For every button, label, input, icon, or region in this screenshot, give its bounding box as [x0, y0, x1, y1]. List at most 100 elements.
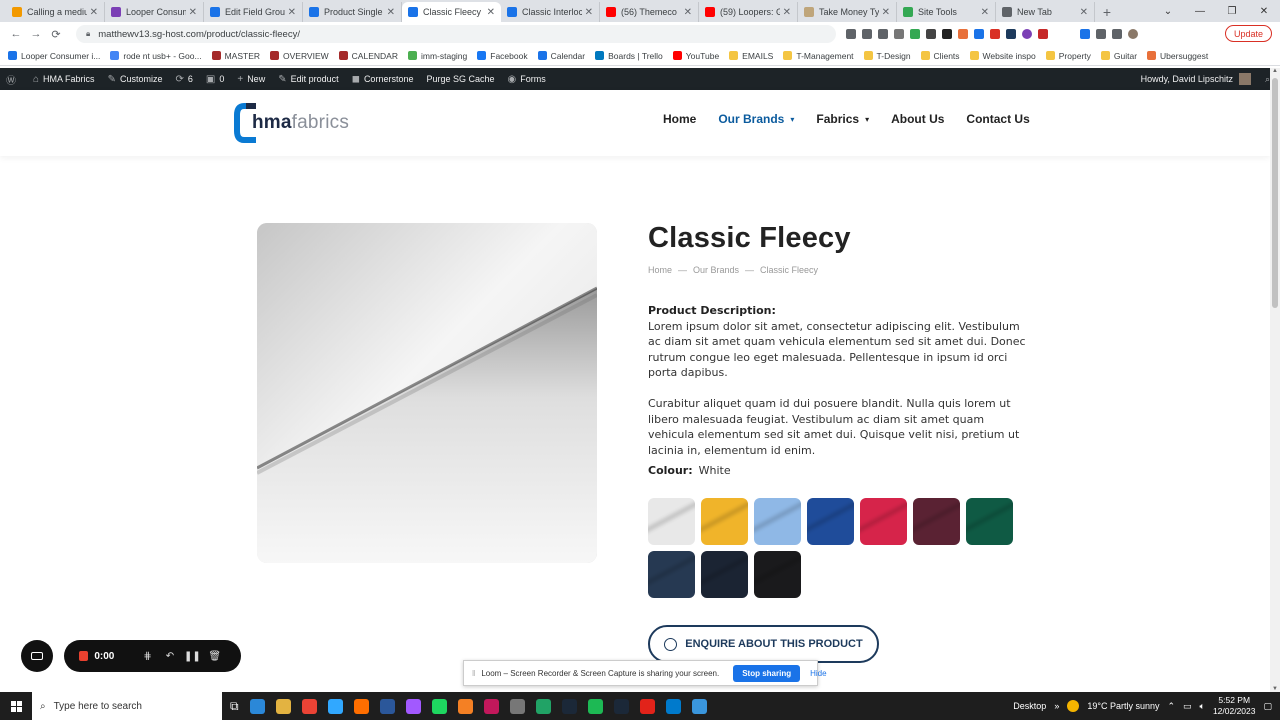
close-tab-icon[interactable]: ✕: [387, 7, 395, 18]
start-button[interactable]: [0, 692, 32, 720]
bookmark-item[interactable]: Calendar: [537, 51, 585, 61]
bookmark-item[interactable]: Guitar: [1100, 51, 1137, 61]
browser-tab[interactable]: Take Money Typ ✕: [798, 2, 897, 22]
colour-swatch[interactable]: [807, 498, 854, 545]
camera-icon[interactable]: [846, 29, 856, 39]
nav-item[interactable]: Our Brands ▾: [718, 112, 794, 126]
sidepanel-icon[interactable]: [1112, 29, 1122, 39]
reload-icon[interactable]: ⟳: [46, 28, 66, 41]
browser-tab[interactable]: (59) Loopers: G ✕: [699, 2, 798, 22]
extension-purple-icon[interactable]: [1022, 29, 1032, 39]
extension-red-icon[interactable]: [990, 29, 1000, 39]
close-tab-icon[interactable]: ✕: [189, 7, 197, 18]
close-tab-icon[interactable]: ✕: [1080, 7, 1088, 18]
wp-admin-item[interactable]: ◉ Forms: [508, 74, 546, 85]
extension-blue-icon[interactable]: [974, 29, 984, 39]
browser-tab[interactable]: Calling a mediu ✕: [6, 2, 105, 22]
taskbar-app-icon[interactable]: [327, 698, 343, 714]
back-icon[interactable]: ←: [6, 28, 26, 40]
update-button[interactable]: Update: [1224, 25, 1272, 42]
stop-recording-icon[interactable]: [79, 651, 89, 661]
browser-tab[interactable]: Site Tools ✕: [897, 2, 996, 22]
close-tab-icon[interactable]: ✕: [90, 7, 98, 18]
bookmark-item[interactable]: OVERVIEW: [270, 51, 329, 61]
share-icon[interactable]: [862, 29, 872, 39]
volume-icon[interactable]: 🔈︎: [1200, 701, 1205, 712]
stop-sharing-button[interactable]: Stop sharing: [733, 664, 801, 682]
taskbar-app-icon[interactable]: [535, 698, 551, 714]
extension-navy-icon[interactable]: [1006, 29, 1016, 39]
colour-swatch[interactable]: [754, 551, 801, 598]
delete-icon[interactable]: 🗑︎: [204, 651, 226, 662]
url-field[interactable]: 🔒︎ matthewv13.sg-host.com/product/classi…: [76, 25, 836, 43]
breadcrumb-our-brands[interactable]: Our Brands: [693, 265, 739, 275]
site-logo[interactable]: hmafabrics: [234, 103, 349, 143]
browser-tab[interactable]: Edit Field Group ✕: [204, 2, 303, 22]
colour-swatch[interactable]: [966, 498, 1013, 545]
browser-tab[interactable]: Classic Interlock ✕: [501, 2, 600, 22]
tray-chevron-up-icon[interactable]: ⌃: [1167, 701, 1175, 712]
browser-tab[interactable]: (56) Themeco ✕: [600, 2, 699, 22]
puzzle-icon[interactable]: [1096, 29, 1106, 39]
extension-lastpass-icon[interactable]: [1038, 29, 1048, 39]
drag-handle-icon[interactable]: ‖: [472, 669, 475, 678]
taskbar-app-icon[interactable]: [405, 698, 421, 714]
colour-swatch[interactable]: [860, 498, 907, 545]
desktop-label[interactable]: Desktop: [1013, 701, 1046, 711]
enquire-button[interactable]: ENQUIRE ABOUT THIS PRODUCT: [648, 625, 879, 663]
restore-button[interactable]: ❐: [1216, 0, 1248, 22]
wp-admin-item[interactable]: Purge SG Cache: [426, 74, 494, 84]
screenshot-icon[interactable]: [894, 29, 904, 39]
wp-admin-item[interactable]: ⌂ HMA Fabrics: [33, 74, 95, 85]
colour-swatch[interactable]: [648, 498, 695, 545]
extension-pen-icon[interactable]: [926, 29, 936, 39]
close-window-button[interactable]: ✕: [1248, 0, 1280, 22]
close-tab-icon[interactable]: ✕: [783, 7, 791, 18]
chevron-icon[interactable]: »: [1054, 701, 1059, 711]
wp-admin-item[interactable]: ⟳ 6: [175, 74, 192, 85]
extension-orange-icon[interactable]: [958, 29, 968, 39]
colour-swatch[interactable]: [701, 498, 748, 545]
new-tab-button[interactable]: +: [1095, 2, 1119, 22]
taskbar-app-icon[interactable]: [691, 698, 707, 714]
taskbar-search[interactable]: ⌕ Type here to search: [32, 692, 222, 720]
close-tab-icon[interactable]: ✕: [288, 7, 296, 18]
browser-tab[interactable]: Looper Consum ✕: [105, 2, 204, 22]
nav-item[interactable]: About Us: [891, 112, 944, 126]
taskbar-app-icon[interactable]: [275, 698, 291, 714]
minimize-button[interactable]: —: [1184, 0, 1216, 22]
clock[interactable]: 5:52 PM 12/02/2023: [1213, 695, 1256, 717]
weather-text[interactable]: 19°C Partly sunny: [1087, 701, 1159, 711]
nav-item[interactable]: Contact Us: [966, 112, 1029, 126]
colour-swatch[interactable]: [754, 498, 801, 545]
pause-icon[interactable]: ❚❚: [181, 651, 203, 662]
taskbar-app-icon[interactable]: [587, 698, 603, 714]
bookmark-item[interactable]: Boards | Trello: [595, 51, 663, 61]
bookmark-item[interactable]: Looper Consumer i...: [8, 51, 100, 61]
close-tab-icon[interactable]: ✕: [882, 7, 890, 18]
loom-camera-button[interactable]: [21, 640, 53, 672]
browser-tab[interactable]: New Tab ✕: [996, 2, 1095, 22]
wp-admin-item[interactable]: ▣ 0: [206, 74, 224, 85]
task-view-icon[interactable]: ⧉: [230, 699, 239, 714]
restart-icon[interactable]: ↶: [159, 651, 181, 662]
taskbar-app-icon[interactable]: [639, 698, 655, 714]
tab-search-button[interactable]: ⌄: [1152, 0, 1184, 22]
wp-howdy[interactable]: Howdy, David Lipschitz ⌕: [1141, 68, 1270, 90]
scroll-up-icon[interactable]: ▲: [1270, 68, 1280, 74]
taskbar-app-icon[interactable]: [483, 698, 499, 714]
taskbar-app-icon[interactable]: [249, 698, 265, 714]
close-tab-icon[interactable]: ✕: [487, 7, 495, 18]
browser-tab[interactable]: Product Single ✕: [303, 2, 402, 22]
bookmark-item[interactable]: imm-staging: [407, 51, 467, 61]
scrollbar-thumb[interactable]: [1272, 78, 1278, 308]
nav-item[interactable]: Fabrics ▾: [816, 112, 869, 126]
colour-swatch[interactable]: [913, 498, 960, 545]
breadcrumb-home[interactable]: Home: [648, 265, 672, 275]
bookmark-item[interactable]: Website inspo: [969, 51, 1036, 61]
close-tab-icon[interactable]: ✕: [585, 7, 593, 18]
network-icon[interactable]: ▭: [1183, 701, 1192, 712]
colour-swatch[interactable]: [701, 551, 748, 598]
bookmark-item[interactable]: EMAILS: [729, 51, 773, 61]
nav-item[interactable]: Home: [663, 112, 696, 126]
